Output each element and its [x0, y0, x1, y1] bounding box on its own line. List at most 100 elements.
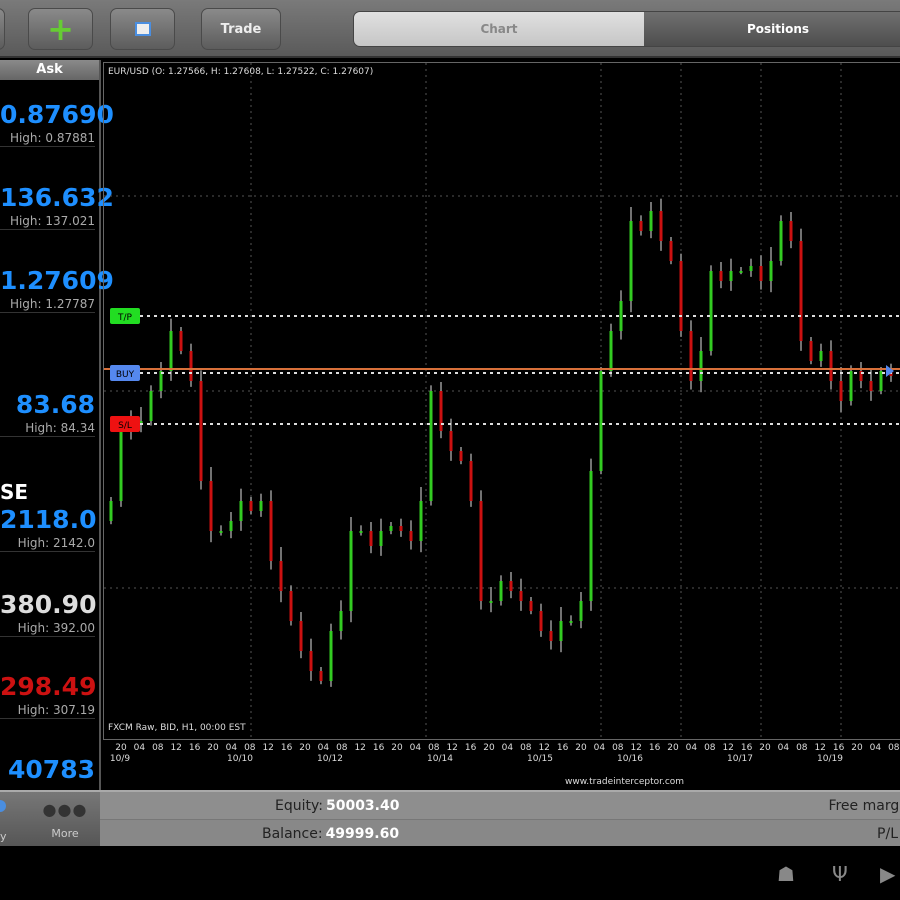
tab-positions[interactable]: Positions: [644, 12, 900, 46]
equity-value: 50003.40: [325, 797, 400, 814]
watchlist-item[interactable]: 136.632 High: 137.021: [0, 183, 114, 230]
x-tick-hour: 12: [446, 743, 458, 753]
candle-body: [839, 381, 843, 401]
x-tick-hour: 08: [796, 743, 808, 753]
watchlist-item[interactable]: 0.87690 High: 0.87881: [0, 100, 114, 147]
x-tick-date: 10/12: [317, 754, 343, 764]
candle-body: [339, 611, 343, 631]
android-debug-icon: ☗: [777, 862, 795, 886]
candle-body: [289, 591, 293, 621]
candle-body: [259, 501, 263, 511]
candle-body: [149, 391, 153, 421]
history-icon: [0, 800, 6, 812]
more-icon: ●●●: [42, 800, 88, 819]
nav-more[interactable]: ●●● More: [35, 792, 95, 848]
tab-chart[interactable]: Chart: [354, 12, 644, 46]
candle-body: [719, 271, 723, 281]
x-tick-hour: 16: [740, 743, 753, 753]
trade-button[interactable]: Trade: [201, 8, 281, 50]
candle-body: [689, 331, 693, 381]
candle-body: [559, 621, 563, 641]
candle-body: [229, 521, 233, 531]
x-tick-hour: 08: [428, 743, 440, 753]
candle-body: [409, 531, 413, 541]
add-button[interactable]: +: [28, 8, 93, 50]
high-price: High: 307.19: [17, 703, 95, 717]
candle-body: [219, 531, 223, 533]
x-tick-hour: 04: [409, 743, 422, 753]
candle-body: [769, 261, 773, 281]
x-tick-hour: 08: [612, 743, 624, 753]
x-tick-hour: 16: [464, 743, 477, 753]
candle-body: [179, 331, 183, 351]
watchlist: Ask 0.87690 High: 0.87881 136.632 High: 137…: [0, 60, 114, 790]
x-tick-date: 10/9: [109, 754, 131, 764]
watchlist-item[interactable]: 298.49 High: 307.19: [0, 672, 97, 719]
fullscreen-button[interactable]: [110, 8, 175, 50]
x-tick-hour: 08: [520, 743, 532, 753]
candle-body: [269, 501, 273, 561]
candle-body: [849, 371, 853, 401]
ask-price: 136.632: [0, 183, 114, 212]
free-margin-label: Free margin: [828, 797, 900, 814]
candle-body: [659, 211, 663, 241]
bottom-nav: y ●●● More: [0, 792, 100, 848]
x-tick-hour: 16: [556, 743, 569, 753]
level-tag-label: S/L: [118, 421, 132, 431]
candle-body: [399, 526, 403, 531]
candle-body: [469, 461, 473, 501]
candle-body: [239, 501, 243, 521]
candle-body: [609, 331, 613, 371]
candle-body: [479, 501, 483, 601]
account-bar: y ●●● More Equity: 50003.40 Free margin …: [0, 790, 900, 848]
candle-body: [649, 211, 653, 231]
candle-body: [109, 501, 113, 521]
price-chart[interactable]: T/P BUY S/L: [103, 62, 900, 740]
x-tick-hour: 16: [648, 743, 661, 753]
x-tick-date: 10/14: [427, 754, 453, 764]
ask-price: 298.49: [0, 672, 97, 701]
watchlist-item[interactable]: 1.27609 High: 1.27787: [0, 266, 114, 313]
balance-label: Balance:: [262, 826, 323, 842]
x-tick-hour: 12: [722, 743, 734, 753]
candle-body: [169, 331, 173, 371]
balance-value: 49999.60: [325, 826, 400, 842]
candle-body: [819, 351, 823, 361]
candle-body: [589, 471, 593, 601]
candle-body: [599, 371, 603, 471]
move-icon: [134, 22, 151, 36]
watchlist-item[interactable]: 40783: [0, 755, 95, 785]
candle-body: [489, 601, 493, 603]
x-tick-hour: 04: [777, 743, 790, 753]
candle-body: [809, 341, 813, 361]
ask-price: 83.68: [15, 390, 95, 419]
x-tick-date: 10/15: [527, 754, 553, 764]
equity-label: Equity:: [275, 797, 323, 814]
candle-body: [319, 671, 323, 681]
x-tick-hour: 12: [814, 743, 826, 753]
x-tick-hour: 20: [667, 743, 679, 753]
candle-body: [459, 451, 463, 461]
x-tick-hour: 12: [354, 743, 366, 753]
candle-body: [569, 621, 573, 623]
candle-body: [699, 351, 703, 381]
high-price: High: 2142.0: [17, 536, 95, 550]
menu-button[interactable]: [0, 8, 5, 50]
nav-history[interactable]: y: [0, 792, 20, 848]
watchlist-item[interactable]: 2118.0 High: 2142.0: [0, 505, 96, 552]
candle-body: [429, 391, 433, 501]
x-tick-hour: 04: [593, 743, 606, 753]
level-tag-label: BUY: [116, 370, 135, 380]
x-tick-hour: 20: [299, 743, 311, 753]
nav-more-label: More: [51, 827, 79, 840]
x-tick-date: 10/19: [817, 754, 843, 764]
x-tick-hour: 12: [538, 743, 550, 753]
ask-price: 380.90: [0, 590, 97, 619]
watchlist-item[interactable]: 380.90 High: 392.00: [0, 590, 97, 637]
candle-body: [249, 501, 253, 511]
watchlist-item[interactable]: 83.68 High: 84.34: [0, 390, 95, 437]
x-tick-hour: 12: [630, 743, 642, 753]
plus-icon: +: [47, 10, 74, 48]
usb-icon: Ψ: [832, 862, 848, 886]
candle-body: [749, 266, 753, 271]
